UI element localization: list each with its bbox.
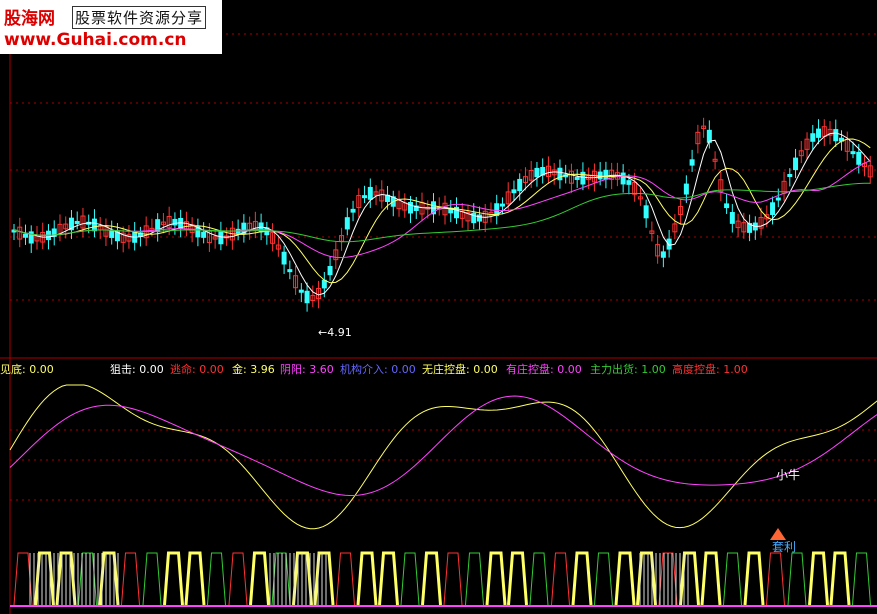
signal-band-shape <box>163 551 184 606</box>
legend-item: 高度控盘: 1.00 <box>672 363 748 376</box>
legend-item: 狙击: 0.00 <box>110 363 164 376</box>
legend-item: 主力出货: 1.00 <box>590 363 666 376</box>
candle-body <box>683 183 689 195</box>
signal-band-shape <box>207 552 226 606</box>
watermark-url: www.Guhai.com.cn <box>4 30 187 50</box>
candle-body <box>856 151 862 165</box>
candle-body <box>724 203 730 209</box>
signal-band-shape <box>529 552 549 606</box>
signal-band-shape <box>184 551 206 606</box>
signal-band-shape <box>121 552 140 606</box>
candle-body <box>304 290 310 304</box>
candle-body <box>643 205 649 219</box>
signal-band-shape <box>507 551 528 606</box>
candle-body <box>218 231 224 245</box>
candle-body <box>603 169 609 180</box>
watermark-site-name: 股海网 <box>4 9 55 29</box>
arbitrage-signal-label: 套利 <box>772 540 797 554</box>
candle-body <box>109 229 115 238</box>
candle-body <box>91 218 97 232</box>
signal-band-shape <box>228 552 248 606</box>
signal-band-shape <box>700 551 722 606</box>
ma-mid-line <box>13 138 871 284</box>
signal-band-shape <box>13 552 33 606</box>
signal-band-shape <box>829 551 851 606</box>
signal-band-shape <box>551 552 570 606</box>
signal-band-shape <box>271 552 291 606</box>
signal-band-shape <box>378 551 399 606</box>
candle-body <box>511 189 517 194</box>
signal-band-shape <box>571 551 593 606</box>
candle-body <box>626 180 632 185</box>
candle-body <box>620 172 626 185</box>
candle-body <box>660 251 666 258</box>
ma-long-line <box>13 160 871 259</box>
candle-body <box>74 220 80 224</box>
signal-band-shape <box>443 552 463 606</box>
signal-band-shape <box>787 552 807 606</box>
signal-band-shape <box>336 552 355 606</box>
candle-body <box>833 129 839 142</box>
watermark-subtitle: 股票软件资源分享 <box>72 6 207 29</box>
candle-body <box>350 208 356 213</box>
price-low-label: ←4.91 <box>318 326 352 339</box>
candle-body <box>362 195 368 199</box>
candle-body <box>597 171 603 180</box>
legend-item: 逃命: 0.00 <box>170 363 224 376</box>
legend-item: 阴阳: 3.60 <box>280 363 334 376</box>
ma-short-line <box>13 132 871 296</box>
candle-body <box>321 279 327 289</box>
candle-body <box>689 159 695 166</box>
candle-body <box>770 202 776 215</box>
signal-band-shape <box>485 551 507 606</box>
candle-body <box>385 194 391 202</box>
signal-band-shape <box>766 552 785 606</box>
legend-item: 见底: 0.00 <box>0 363 54 376</box>
signal-band-shape <box>723 552 742 606</box>
candle-body <box>22 233 28 238</box>
candle-body <box>201 231 207 238</box>
oscillator-slow-line <box>9 395 877 497</box>
candle-body <box>298 289 304 293</box>
legend-item: 有庄控盘: 0.00 <box>506 363 582 376</box>
candle-body <box>534 167 540 178</box>
legend-item: 金: 3.96 <box>232 363 275 376</box>
candle-body <box>327 266 333 276</box>
candle-body <box>810 133 816 142</box>
candle-body <box>281 251 287 265</box>
oscillator-fast-line <box>9 384 877 530</box>
candle-body <box>574 176 580 180</box>
signal-band-shape <box>614 551 636 606</box>
candle-body <box>476 214 482 222</box>
watermark-logo: 股海网 股票软件资源分享 www.Guhai.com.cn <box>0 0 222 54</box>
signal-band-shape <box>356 551 378 606</box>
signal-band-shape <box>743 551 765 606</box>
signal-band-shape <box>142 552 162 606</box>
candle-body <box>850 151 856 155</box>
legend-item: 无庄控盘: 0.00 <box>422 363 498 376</box>
candle-body <box>499 203 505 207</box>
signal-band-shape <box>679 551 700 606</box>
candle-body <box>367 186 373 200</box>
candle-body <box>287 269 293 273</box>
candle-body <box>729 212 735 224</box>
signal-band-shape <box>852 552 871 606</box>
candle-body <box>517 178 523 192</box>
legend-item: 机构介入: 0.00 <box>340 363 416 376</box>
signal-band-shape <box>594 552 613 606</box>
signal-band-shape <box>465 552 484 606</box>
candle-body <box>775 197 781 201</box>
indicator-legend: 见底: 0.00 狙击: 0.00 逃命: 0.00 金: 3.96 阴阳: 3.60 机… <box>0 361 877 376</box>
signal-band-shape <box>421 551 442 606</box>
candle-body <box>344 217 350 230</box>
candle-body <box>816 128 822 138</box>
signal-band-shape <box>808 551 829 606</box>
candle-body <box>793 157 799 171</box>
ox-signal-label: 小牛 <box>776 468 801 482</box>
signal-band-shape <box>98 551 120 606</box>
candle-body <box>787 174 793 178</box>
signal-band-shape <box>400 552 420 606</box>
stock-chart[interactable] <box>0 0 877 614</box>
signal-band-shape <box>249 551 270 606</box>
